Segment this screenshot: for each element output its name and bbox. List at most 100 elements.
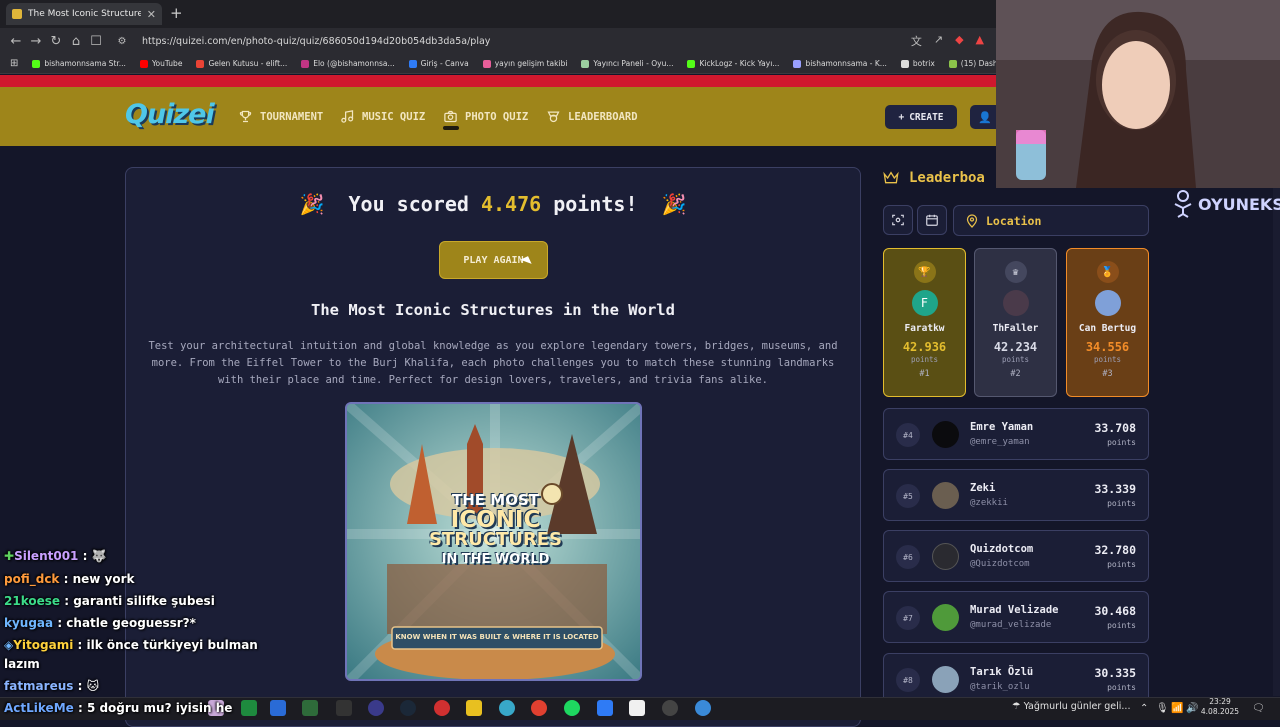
podium-first[interactable]: 🏆 F Faratkw 42.936 points #1: [883, 248, 966, 397]
store-icon[interactable]: [270, 700, 286, 716]
nav-music-quiz[interactable]: MUSIC QUIZ: [340, 109, 425, 124]
new-tab-button[interactable]: +: [170, 4, 183, 22]
poster-line: IN THE WORLD: [441, 552, 550, 567]
chat-text: new york: [72, 572, 135, 586]
share-icon[interactable]: ↗: [934, 33, 943, 49]
back-icon[interactable]: ←: [6, 34, 26, 49]
music-note-icon: [341, 110, 354, 123]
microphone-icon[interactable]: 🎙: [1156, 703, 1169, 714]
bookmark-item[interactable]: bishamonnsama - K...: [793, 59, 887, 68]
site-info-icon[interactable]: ⚙: [112, 36, 132, 47]
home-icon[interactable]: ⌂: [66, 34, 86, 49]
bookmark-item[interactable]: Elo (@bishamonnsa...: [301, 59, 395, 68]
row-points-label: points: [1107, 499, 1136, 508]
spotify-icon[interactable]: [564, 700, 580, 716]
podium-second[interactable]: ♛ ThFaller 42.234 points #2: [974, 248, 1057, 397]
bookmark-favicon-icon: [32, 59, 41, 68]
quiz-cover-image: THE MOST ICONIC STRUCTURES IN THE WORLD …: [345, 402, 642, 681]
player-name: Can Bertug: [1078, 323, 1137, 334]
avatar: [932, 543, 959, 570]
minecraft-icon[interactable]: [302, 700, 318, 716]
browser-icon[interactable]: [695, 700, 711, 716]
leaderboard-row[interactable]: #7 Murad Velizade @murad_velizade 30.468…: [883, 591, 1149, 643]
app-icon[interactable]: [662, 700, 678, 716]
create-button[interactable]: + CREATE: [885, 105, 957, 129]
bookmark-item[interactable]: Yayıncı Paneli - Oyu...: [581, 59, 673, 68]
tray-chevron-icon[interactable]: ⌃: [1140, 703, 1148, 714]
forward-icon[interactable]: →: [26, 34, 46, 49]
poster-line: STRUCTURES: [429, 529, 562, 550]
date-filter-button[interactable]: [917, 205, 947, 235]
party-popper-icon: 🎉: [661, 192, 687, 216]
system-clock[interactable]: 23:29 4.08.2025: [1200, 697, 1240, 717]
player-name: ThFaller: [992, 323, 1039, 334]
leaderboard-title: Leaderboa: [909, 170, 985, 186]
avatar: F: [911, 290, 938, 316]
tab-title: The Most Iconic Structures in the W: [28, 9, 141, 19]
bookmark-item[interactable]: Giriş - Canva: [408, 59, 469, 68]
player-score: 42.234: [993, 340, 1038, 354]
chat-text: garanti silifke şubesi: [73, 594, 215, 608]
steam-icon[interactable]: [400, 700, 416, 716]
wifi-icon[interactable]: 📶: [1171, 703, 1183, 714]
edge-icon[interactable]: [499, 700, 515, 716]
shield-icon[interactable]: ◆: [955, 33, 963, 49]
chat-message: lazım: [4, 657, 40, 671]
location-filter-button[interactable]: Location: [953, 205, 1149, 236]
bookmark-label: yayın gelişim takibi: [494, 59, 568, 68]
podium-third[interactable]: 🏅 Can Bertug 34.556 points #3: [1066, 248, 1149, 397]
epic-games-icon[interactable]: [336, 700, 352, 716]
poster-line: ICONIC: [450, 507, 541, 533]
scan-filter-button[interactable]: [883, 205, 913, 235]
bookmark-item[interactable]: botrix: [900, 59, 935, 68]
row-name: Emre Yaman: [970, 421, 1034, 433]
canva-icon[interactable]: [597, 700, 613, 716]
chat-message: fatmareus : 🐱: [4, 679, 100, 693]
weather-widget[interactable]: ☂ Yağmurlu günler geli...: [1012, 701, 1130, 712]
row-rank: #7: [896, 606, 920, 630]
nav-leaderboard[interactable]: LEADERBOARD: [546, 109, 638, 124]
files-icon[interactable]: [466, 700, 482, 716]
reload-icon[interactable]: ↻: [46, 34, 66, 49]
url-input[interactable]: https://quizei.com/en/photo-quiz/quiz/68…: [142, 36, 490, 47]
notification-icon[interactable]: 🗨: [1252, 703, 1265, 714]
translate-icon[interactable]: 文: [911, 33, 922, 49]
close-tab-icon[interactable]: ✕: [147, 8, 156, 21]
row-name: Zeki: [970, 482, 996, 494]
avatar: [1094, 290, 1121, 316]
bookmark-favicon-icon: [301, 59, 310, 68]
bookmark-item[interactable]: Gelen Kutusu - elift...: [196, 59, 287, 68]
chrome-icon[interactable]: [531, 700, 547, 716]
alert-icon[interactable]: ▲: [976, 33, 984, 49]
chat-text: 5 doğru mu? iyisin he: [86, 701, 233, 715]
chat-user: kyugaa: [4, 616, 54, 630]
row-handle: @Quizdotcom: [970, 559, 1030, 569]
nav-photo-quiz[interactable]: PHOTO QUIZ: [443, 109, 528, 124]
trophy-icon: 🏆: [913, 261, 936, 283]
browser-tab-active[interactable]: The Most Iconic Structures in the W ✕: [6, 3, 162, 25]
bookmark-item[interactable]: bishamonnsama Str...: [32, 59, 126, 68]
leaderboard-row[interactable]: #6 Quizdotcom @Quizdotcom 32.780 points: [883, 530, 1149, 582]
row-score: 33.708: [1094, 421, 1136, 435]
bookmark-item[interactable]: KickLogz - Kick Yayı...: [687, 59, 779, 68]
obs-icon[interactable]: [368, 700, 384, 716]
bookmark-favicon-icon: [793, 59, 802, 68]
game-app-icon[interactable]: [434, 700, 450, 716]
notion-icon[interactable]: [629, 700, 645, 716]
volume-icon[interactable]: 🔊: [1186, 703, 1198, 714]
leaderboard-row[interactable]: #4 Emre Yaman @emre_yaman 33.708 points: [883, 408, 1149, 460]
nav-tournament[interactable]: TOURNAMENT: [238, 109, 323, 124]
apps-grid-icon[interactable]: ⊞: [10, 58, 18, 69]
bookmark-icon[interactable]: ☐: [86, 34, 106, 49]
excel-icon[interactable]: [241, 700, 257, 716]
bookmark-item[interactable]: YouTube: [139, 59, 182, 68]
party-popper-icon: 🎉: [299, 192, 325, 216]
plus-icon: +: [898, 111, 905, 123]
row-rank: #5: [896, 484, 920, 508]
leaderboard-row[interactable]: #5 Zeki @zekkii 33.339 points: [883, 469, 1149, 521]
leaderboard-row[interactable]: #8 Tarık Özlü @tarik_ozlu 30.335 points: [883, 653, 1149, 697]
page-scrollbar[interactable]: [1273, 146, 1280, 696]
chat-message: 21koese : garanti silifke şubesi: [4, 594, 215, 608]
bookmark-item[interactable]: yayın gelişim takibi: [482, 59, 568, 68]
site-logo[interactable]: Quizei: [125, 99, 215, 130]
